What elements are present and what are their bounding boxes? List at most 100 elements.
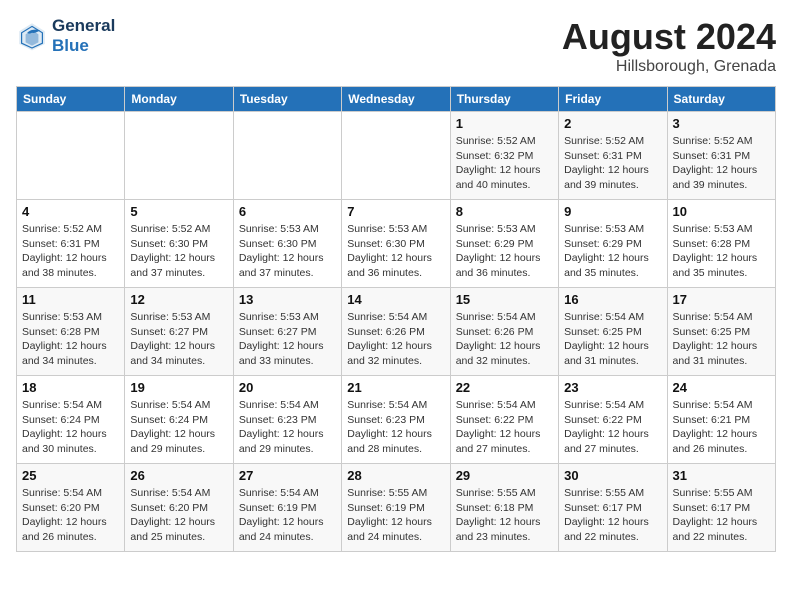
day-number: 11 xyxy=(22,292,119,307)
day-info: Sunrise: 5:53 AM Sunset: 6:29 PM Dayligh… xyxy=(564,222,661,281)
month-year-title: August 2024 xyxy=(562,16,776,58)
calendar-week-row: 18 Sunrise: 5:54 AM Sunset: 6:24 PM Dayli… xyxy=(17,376,776,464)
weekday-header-cell: Thursday xyxy=(450,87,558,112)
day-number: 19 xyxy=(130,380,227,395)
day-number: 13 xyxy=(239,292,336,307)
calendar-day-cell: 20 Sunrise: 5:54 AM Sunset: 6:23 PM Dayli… xyxy=(233,376,341,464)
day-info: Sunrise: 5:54 AM Sunset: 6:25 PM Dayligh… xyxy=(564,310,661,369)
day-number: 1 xyxy=(456,116,553,131)
day-number: 12 xyxy=(130,292,227,307)
weekday-header-cell: Saturday xyxy=(667,87,775,112)
title-block: August 2024 Hillsborough, Grenada xyxy=(562,16,776,76)
weekday-header-cell: Tuesday xyxy=(233,87,341,112)
weekday-header-row: SundayMondayTuesdayWednesdayThursdayFrid… xyxy=(17,87,776,112)
calendar-day-cell: 19 Sunrise: 5:54 AM Sunset: 6:24 PM Dayli… xyxy=(125,376,233,464)
calendar-week-row: 25 Sunrise: 5:54 AM Sunset: 6:20 PM Dayli… xyxy=(17,464,776,552)
calendar-day-cell: 16 Sunrise: 5:54 AM Sunset: 6:25 PM Dayli… xyxy=(559,288,667,376)
calendar-day-cell xyxy=(233,112,341,200)
calendar-day-cell: 8 Sunrise: 5:53 AM Sunset: 6:29 PM Daylig… xyxy=(450,200,558,288)
calendar-day-cell: 30Sunrise: 5:55 AM Sunset: 6:17 PM Dayli… xyxy=(559,464,667,552)
day-info: Sunrise: 5:53 AM Sunset: 6:28 PM Dayligh… xyxy=(22,310,119,369)
day-info: Sunrise: 5:54 AM Sunset: 6:22 PM Dayligh… xyxy=(456,398,553,457)
calendar-day-cell: 15 Sunrise: 5:54 AM Sunset: 6:26 PM Dayli… xyxy=(450,288,558,376)
day-info: Sunrise: 5:54 AM Sunset: 6:26 PM Dayligh… xyxy=(456,310,553,369)
day-info: Sunrise: 5:54 AM Sunset: 6:24 PM Dayligh… xyxy=(130,398,227,457)
calendar-day-cell xyxy=(125,112,233,200)
day-info: Sunrise: 5:52 AM Sunset: 6:32 PM Dayligh… xyxy=(456,134,553,193)
calendar-day-cell: 13Sunrise: 5:53 AM Sunset: 6:27 PM Dayli… xyxy=(233,288,341,376)
calendar-day-cell: 18 Sunrise: 5:54 AM Sunset: 6:24 PM Dayli… xyxy=(17,376,125,464)
day-number: 15 xyxy=(456,292,553,307)
calendar-day-cell: 25 Sunrise: 5:54 AM Sunset: 6:20 PM Dayli… xyxy=(17,464,125,552)
calendar-day-cell: 28 Sunrise: 5:55 AM Sunset: 6:19 PM Dayli… xyxy=(342,464,450,552)
day-number: 29 xyxy=(456,468,553,483)
logo: General Blue xyxy=(16,16,115,56)
calendar-week-row: 1 Sunrise: 5:52 AM Sunset: 6:32 PM Daylig… xyxy=(17,112,776,200)
day-info: Sunrise: 5:53 AM Sunset: 6:27 PM Dayligh… xyxy=(130,310,227,369)
day-number: 30 xyxy=(564,468,661,483)
day-number: 26 xyxy=(130,468,227,483)
day-number: 10 xyxy=(673,204,770,219)
calendar-day-cell: 23Sunrise: 5:54 AM Sunset: 6:22 PM Dayli… xyxy=(559,376,667,464)
day-info: Sunrise: 5:52 AM Sunset: 6:31 PM Dayligh… xyxy=(673,134,770,193)
day-info: Sunrise: 5:54 AM Sunset: 6:26 PM Dayligh… xyxy=(347,310,444,369)
weekday-header-cell: Wednesday xyxy=(342,87,450,112)
day-number: 20 xyxy=(239,380,336,395)
day-number: 25 xyxy=(22,468,119,483)
calendar-day-cell: 17Sunrise: 5:54 AM Sunset: 6:25 PM Dayli… xyxy=(667,288,775,376)
day-info: Sunrise: 5:54 AM Sunset: 6:19 PM Dayligh… xyxy=(239,486,336,545)
day-info: Sunrise: 5:54 AM Sunset: 6:23 PM Dayligh… xyxy=(239,398,336,457)
day-info: Sunrise: 5:54 AM Sunset: 6:21 PM Dayligh… xyxy=(673,398,770,457)
calendar-week-row: 11 Sunrise: 5:53 AM Sunset: 6:28 PM Dayli… xyxy=(17,288,776,376)
day-info: Sunrise: 5:55 AM Sunset: 6:17 PM Dayligh… xyxy=(673,486,770,545)
calendar-day-cell: 2 Sunrise: 5:52 AM Sunset: 6:31 PM Daylig… xyxy=(559,112,667,200)
day-number: 14 xyxy=(347,292,444,307)
day-info: Sunrise: 5:54 AM Sunset: 6:20 PM Dayligh… xyxy=(130,486,227,545)
calendar-body: 1 Sunrise: 5:52 AM Sunset: 6:32 PM Daylig… xyxy=(17,112,776,552)
day-info: Sunrise: 5:54 AM Sunset: 6:20 PM Dayligh… xyxy=(22,486,119,545)
day-number: 22 xyxy=(456,380,553,395)
day-number: 27 xyxy=(239,468,336,483)
day-info: Sunrise: 5:52 AM Sunset: 6:31 PM Dayligh… xyxy=(564,134,661,193)
day-number: 21 xyxy=(347,380,444,395)
calendar-day-cell: 27 Sunrise: 5:54 AM Sunset: 6:19 PM Dayli… xyxy=(233,464,341,552)
day-info: Sunrise: 5:53 AM Sunset: 6:28 PM Dayligh… xyxy=(673,222,770,281)
day-number: 28 xyxy=(347,468,444,483)
calendar-day-cell: 21Sunrise: 5:54 AM Sunset: 6:23 PM Dayli… xyxy=(342,376,450,464)
day-info: Sunrise: 5:54 AM Sunset: 6:25 PM Dayligh… xyxy=(673,310,770,369)
calendar-day-cell: 22 Sunrise: 5:54 AM Sunset: 6:22 PM Dayli… xyxy=(450,376,558,464)
day-number: 16 xyxy=(564,292,661,307)
logo-icon xyxy=(16,20,48,52)
calendar-day-cell: 9 Sunrise: 5:53 AM Sunset: 6:29 PM Daylig… xyxy=(559,200,667,288)
weekday-header-cell: Monday xyxy=(125,87,233,112)
day-info: Sunrise: 5:52 AM Sunset: 6:31 PM Dayligh… xyxy=(22,222,119,281)
location-subtitle: Hillsborough, Grenada xyxy=(562,58,776,76)
weekday-header-cell: Friday xyxy=(559,87,667,112)
day-number: 9 xyxy=(564,204,661,219)
calendar-day-cell: 1 Sunrise: 5:52 AM Sunset: 6:32 PM Daylig… xyxy=(450,112,558,200)
calendar-week-row: 4 Sunrise: 5:52 AM Sunset: 6:31 PM Daylig… xyxy=(17,200,776,288)
day-info: Sunrise: 5:55 AM Sunset: 6:19 PM Dayligh… xyxy=(347,486,444,545)
calendar-day-cell xyxy=(342,112,450,200)
day-number: 18 xyxy=(22,380,119,395)
day-number: 4 xyxy=(22,204,119,219)
calendar-day-cell: 10 Sunrise: 5:53 AM Sunset: 6:28 PM Dayli… xyxy=(667,200,775,288)
day-info: Sunrise: 5:53 AM Sunset: 6:30 PM Dayligh… xyxy=(347,222,444,281)
day-info: Sunrise: 5:54 AM Sunset: 6:22 PM Dayligh… xyxy=(564,398,661,457)
calendar-day-cell: 11 Sunrise: 5:53 AM Sunset: 6:28 PM Dayli… xyxy=(17,288,125,376)
day-number: 6 xyxy=(239,204,336,219)
calendar-day-cell: 31Sunrise: 5:55 AM Sunset: 6:17 PM Dayli… xyxy=(667,464,775,552)
calendar-day-cell: 7 Sunrise: 5:53 AM Sunset: 6:30 PM Daylig… xyxy=(342,200,450,288)
page-header: General Blue August 2024 Hillsborough, G… xyxy=(16,16,776,76)
day-info: Sunrise: 5:54 AM Sunset: 6:24 PM Dayligh… xyxy=(22,398,119,457)
weekday-header-cell: Sunday xyxy=(17,87,125,112)
day-number: 2 xyxy=(564,116,661,131)
calendar-day-cell: 24Sunrise: 5:54 AM Sunset: 6:21 PM Dayli… xyxy=(667,376,775,464)
day-number: 7 xyxy=(347,204,444,219)
calendar-day-cell: 3 Sunrise: 5:52 AM Sunset: 6:31 PM Daylig… xyxy=(667,112,775,200)
day-number: 8 xyxy=(456,204,553,219)
day-info: Sunrise: 5:53 AM Sunset: 6:29 PM Dayligh… xyxy=(456,222,553,281)
calendar-day-cell: 29Sunrise: 5:55 AM Sunset: 6:18 PM Dayli… xyxy=(450,464,558,552)
day-number: 3 xyxy=(673,116,770,131)
calendar-day-cell: 4 Sunrise: 5:52 AM Sunset: 6:31 PM Daylig… xyxy=(17,200,125,288)
